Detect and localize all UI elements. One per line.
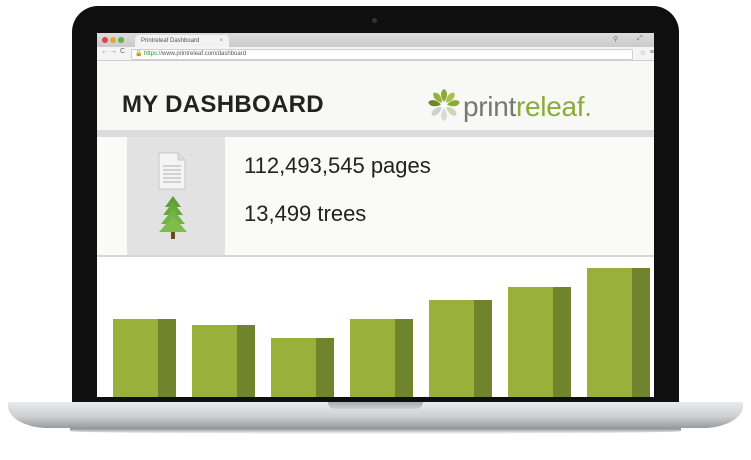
bookmark-star-icon[interactable]: ☆	[640, 49, 646, 57]
bar-4	[350, 319, 395, 397]
camera-icon	[372, 18, 377, 23]
back-icon[interactable]: ←	[101, 48, 108, 55]
header-divider	[97, 130, 654, 137]
close-window-button[interactable]	[102, 37, 108, 43]
laptop-notch	[328, 402, 423, 409]
forward-icon[interactable]: →	[110, 48, 117, 55]
bar-5	[429, 300, 474, 397]
maximize-window-button[interactable]	[118, 37, 124, 43]
url-path: www.printreleaf.com/dashboard	[162, 51, 247, 57]
bar-side-5	[474, 300, 492, 397]
printreleaf-leaf-logo-icon	[428, 89, 460, 121]
bar-side-4	[395, 319, 413, 397]
stats-panel: 112,493,545 pages 13,499 trees	[97, 137, 654, 255]
bar-side-3	[316, 338, 334, 397]
lock-icon: 🔒	[135, 51, 143, 57]
reload-icon[interactable]: C	[120, 48, 125, 55]
url-text: https://www.printreleaf.com/dashboard	[144, 50, 246, 59]
stats-icon-column	[127, 137, 225, 255]
bar-side-7	[632, 268, 650, 397]
laptop-shadow	[70, 428, 681, 434]
bar-1	[113, 319, 158, 397]
minimize-window-button[interactable]	[110, 37, 116, 43]
bar-side-6	[553, 287, 571, 397]
tab-close-icon[interactable]: ×	[219, 35, 223, 47]
resize-icon[interactable]: ⤢	[637, 35, 643, 43]
url-input[interactable]: 🔒 https://www.printreleaf.com/dashboard …	[131, 49, 654, 60]
laptop-base	[8, 402, 743, 428]
browser-tab-bar: Printreleaf Dashboard × ⚲ ⤢	[97, 33, 654, 47]
laptop-screen: Printreleaf Dashboard × ⚲ ⤢ ← → C 🔒 http…	[97, 33, 654, 397]
pages-stat: 112,493,545 pages	[244, 153, 431, 178]
tab-title: Printreleaf Dashboard	[141, 38, 200, 44]
trees-stat: 13,499 trees	[244, 201, 367, 226]
bar-3	[271, 338, 316, 397]
document-icon	[158, 152, 186, 190]
tree-icon	[159, 196, 187, 239]
browser-tab[interactable]: Printreleaf Dashboard ×	[135, 35, 229, 47]
bar-side-2	[237, 325, 255, 397]
url-scheme: https://	[144, 51, 163, 57]
bar-6	[508, 287, 553, 397]
page-title: MY DASHBOARD	[122, 91, 324, 118]
bar-7	[587, 268, 632, 397]
laptop-bezel: Printreleaf Dashboard × ⚲ ⤢ ← → C 🔒 http…	[72, 6, 679, 414]
printreleaf-logo-text[interactable]: printreleaf.	[463, 91, 592, 123]
dashboard-page: MY DASHBOARD printreleaf. 112,493,545 pa…	[97, 61, 654, 397]
bar-side-1	[158, 319, 176, 397]
browser-menu-icon[interactable]: ≡	[650, 49, 654, 56]
bar-2	[192, 325, 237, 397]
logo-releaf: releaf	[515, 91, 585, 122]
logo-dot: .	[584, 91, 592, 122]
dashboard-header: MY DASHBOARD printreleaf.	[97, 61, 654, 130]
address-bar: ← → C 🔒 https://www.printreleaf.com/dash…	[97, 47, 654, 61]
logo-print: print	[463, 91, 516, 122]
profile-icon[interactable]: ⚲	[613, 35, 618, 43]
pages-bar-chart	[113, 268, 650, 397]
